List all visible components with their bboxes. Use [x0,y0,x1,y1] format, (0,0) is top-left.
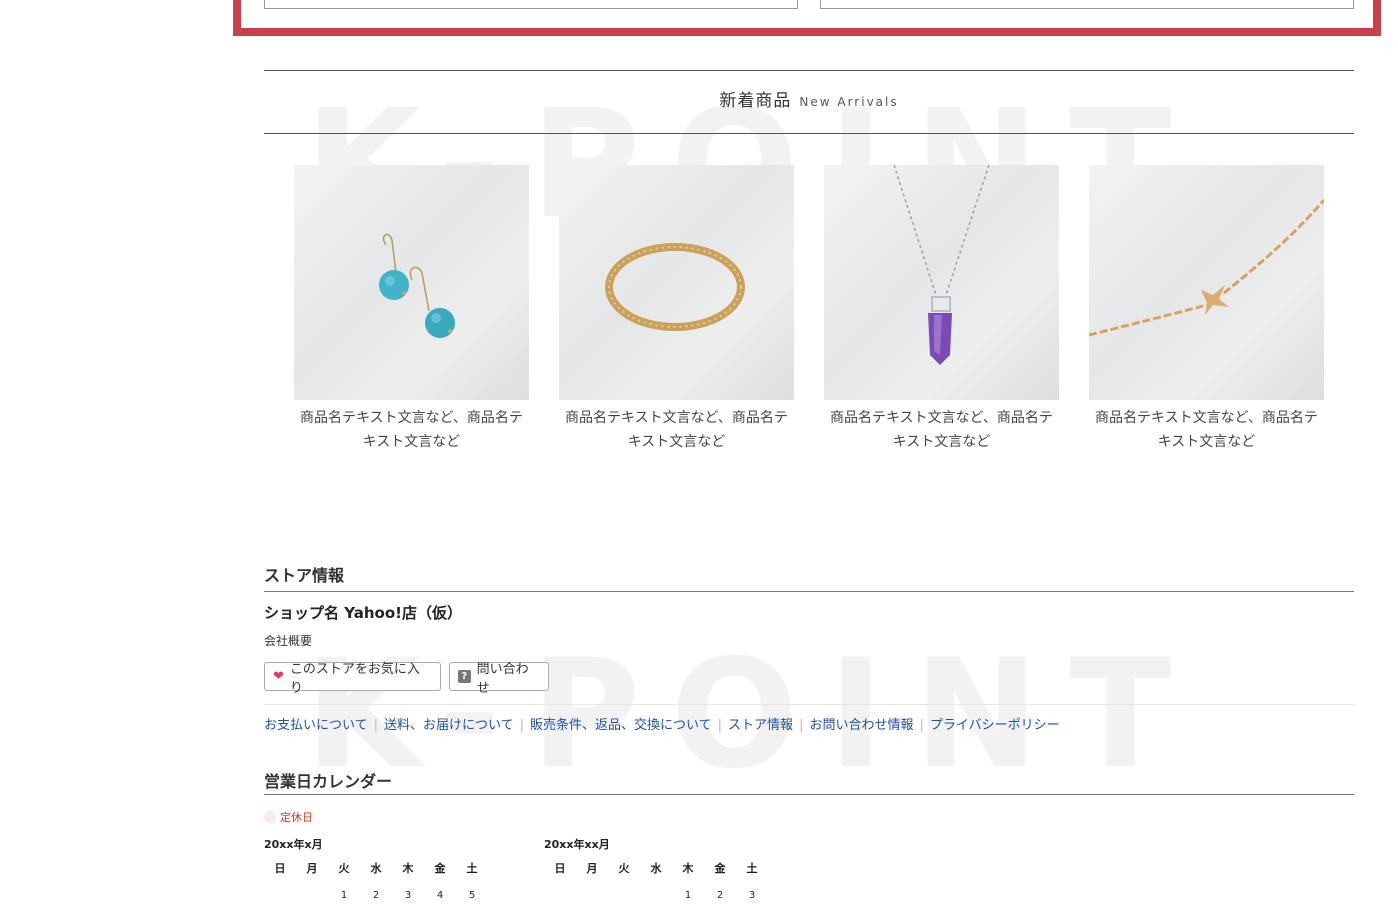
business-calendar-title: 営業日カレンダー [264,768,1354,795]
day-cell: 5 [468,890,476,901]
weekday-header: 日 月 火 水 木 金 土 [544,860,768,882]
day-cell [544,890,576,901]
company-link[interactable]: 会社概要 [264,632,312,649]
weekday: 土 [746,862,758,875]
day-cell [640,890,672,901]
day-cell [264,890,296,901]
heart-icon: ❤ [273,669,284,684]
holiday-dot-icon [264,811,276,823]
link-store-info[interactable]: ストア情報 [728,718,793,733]
product-image-gold-bangle[interactable] [559,165,794,400]
store-links: お支払いについて | 送料、お届けについて | 販売条件、返品、交換について | ストア情報… [264,718,1060,733]
day-cell [608,890,640,901]
product-card[interactable]: 商品名テキスト文言など、商品名テキスト文言など [824,165,1059,454]
day-cell: 1 [340,890,348,901]
divider [264,704,1354,705]
new-arrivals-heading: 新着商品 New Arrivals [264,70,1354,134]
weekday: 月 [586,862,598,875]
weekday: 火 [338,862,350,875]
link-shipping[interactable]: 送料、お届けについて [384,718,514,733]
contact-button[interactable]: ? 問い合わせ [449,662,549,696]
top-banner-box-left[interactable] [264,0,798,9]
product-card[interactable]: 商品名テキスト文言など、商品名テキスト文言など [559,165,794,454]
weekday: 火 [618,862,630,875]
calendar-week: 1 2 3 4 5 [264,890,488,901]
weekday: 金 [434,862,446,875]
weekday: 金 [714,862,726,875]
product-card[interactable]: 商品名テキスト文言など、商品名テキスト文言など [294,165,529,454]
day-cell: 3 [748,890,756,901]
calendar-week: 1 2 3 [544,890,768,901]
product-image-amethyst-pendant[interactable] [824,165,1059,400]
weekday: 日 [274,862,286,875]
weekday: 木 [682,862,694,875]
shop-name: ショップ名 Yahoo!店（仮） [264,604,462,622]
top-banner-frame [233,0,1381,36]
weekday: 土 [466,862,478,875]
weekday: 木 [402,862,414,875]
weekday-header: 日 月 火 水 木 金 土 [264,860,488,882]
holiday-legend-label: 定休日 [280,811,313,824]
day-cell: 2 [372,890,380,901]
day-cell: 3 [404,890,412,901]
calendar-month-1: 20xx年x月 日 月 火 水 木 金 土 1 2 3 4 5 [264,836,488,901]
new-arrivals-subtitle: New Arrivals [799,95,899,109]
calendar-month-label: 20xx年xx月 [544,838,610,851]
link-inquiry-info[interactable]: お問い合わせ情報 [809,718,913,733]
weekday: 水 [650,862,662,875]
weekday: 月 [306,862,318,875]
calendar-month-2: 20xx年xx月 日 月 火 水 木 金 土 1 2 3 [544,836,768,901]
day-cell: 4 [436,890,444,901]
link-payment[interactable]: お支払いについて [264,718,368,733]
day-cell: 1 [684,890,692,901]
day-cell: 2 [716,890,724,901]
day-cell [576,890,608,901]
favorite-store-label: このストアをお気に入り [289,661,420,696]
weekday: 水 [370,862,382,875]
top-banner-box-right[interactable] [820,0,1354,9]
contact-label: 問い合わせ [476,661,529,696]
weekday: 日 [554,862,566,875]
product-image-bird-bracelet[interactable] [1089,165,1324,400]
holiday-legend: 定休日 [264,809,313,825]
favorite-store-button[interactable]: ❤ このストアをお気に入り [264,662,441,696]
store-info-title: ストア情報 [264,562,1354,592]
link-privacy-policy[interactable]: プライバシーポリシー [930,718,1060,733]
product-image-turquoise-earrings[interactable] [294,165,529,400]
new-arrivals-title: 新着商品 [719,91,792,111]
product-card[interactable]: 商品名テキスト文言など、商品名テキスト文言など [1089,165,1324,454]
question-icon: ? [458,670,471,683]
link-returns[interactable]: 販売条件、返品、交換について [530,718,712,733]
product-name[interactable]: 商品名テキスト文言など、商品名テキスト文言など [1089,406,1324,454]
product-name[interactable]: 商品名テキスト文言など、商品名テキスト文言など [824,406,1059,454]
product-name[interactable]: 商品名テキスト文言など、商品名テキスト文言など [559,406,794,454]
product-name[interactable]: 商品名テキスト文言など、商品名テキスト文言など [294,406,529,454]
calendar-month-label: 20xx年x月 [264,838,323,851]
day-cell [296,890,328,901]
product-list: 商品名テキスト文言など、商品名テキスト文言など 商品名テキスト文言など、商品名テ… [294,165,1354,465]
